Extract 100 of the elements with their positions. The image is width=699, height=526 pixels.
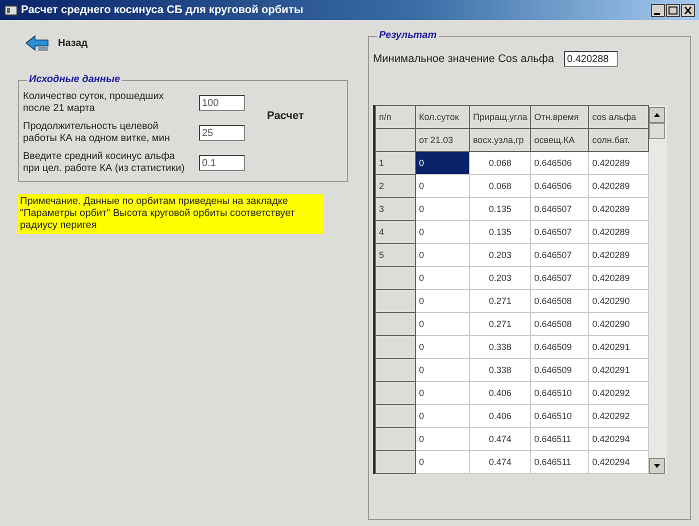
scroll-down-icon[interactable] — [649, 458, 666, 474]
table-cell: 0.420289 — [588, 198, 649, 220]
field-label: Количество суток, прошедших после 21 марта — [23, 91, 165, 115]
table-cell: 0.271 — [470, 290, 531, 312]
row-header — [376, 450, 416, 474]
row-header: 3 — [376, 198, 416, 220]
scroll-up-icon[interactable] — [649, 107, 666, 123]
table-cell: 0.420291 — [588, 336, 649, 358]
table-cell: 0.203 — [470, 244, 531, 266]
table-cell: 0.338 — [470, 358, 531, 382]
note-text: Примечание. Данные по орбитам приведены на закладке "Параметры орбит" Высота круговой орбиты соответствует радиусу перигея — [18, 194, 324, 234]
close-icon[interactable] — [681, 4, 695, 16]
table-cell: 0.646510 — [530, 404, 589, 428]
table-cell: 0.420290 — [588, 312, 649, 336]
row-header: 1 — [376, 152, 416, 174]
table-cell: 0.406 — [470, 404, 531, 428]
scroll-thumb[interactable] — [649, 123, 666, 139]
table-cell: 0.203 — [470, 266, 531, 290]
minimize-icon[interactable] — [651, 4, 665, 16]
input-field[interactable]: 100 — [199, 95, 245, 111]
column-header: Отн.время — [530, 106, 589, 128]
table-cell: 0.474 — [470, 428, 531, 450]
maximize-icon[interactable] — [666, 4, 680, 16]
column-header — [376, 128, 416, 152]
table-cell: 0.646508 — [530, 290, 589, 312]
min-value-label: Минимальное значение Cos альфа — [373, 53, 554, 65]
window-icon — [4, 4, 18, 16]
window-title: Расчет среднего косинуса СБ для круговой орбиты — [21, 4, 304, 16]
table-cell: 0.646509 — [530, 358, 589, 382]
table-cell: 0.420289 — [588, 266, 649, 290]
row-header — [376, 336, 416, 358]
row-header — [376, 428, 416, 450]
table-cell: 0.646509 — [530, 336, 589, 358]
table-cell: 0.646508 — [530, 312, 589, 336]
row-header: 4 — [376, 220, 416, 244]
table-cell: 0 — [416, 358, 470, 382]
column-header: солн.бат. — [588, 128, 649, 152]
table-cell: 0.420290 — [588, 290, 649, 312]
table-cell: 0 — [416, 152, 470, 174]
row-header — [376, 266, 416, 290]
input-field[interactable]: 25 — [199, 125, 245, 141]
table-cell: 0.646507 — [530, 220, 589, 244]
column-header: восх.узла,гр — [470, 128, 531, 152]
table-cell: 0 — [416, 382, 470, 404]
group-title: Результат — [377, 30, 439, 42]
table-cell: 0 — [416, 428, 470, 450]
table-cell: 0.646511 — [530, 428, 589, 450]
table-cell: 0.420289 — [588, 220, 649, 244]
table-cell: 0.271 — [470, 312, 531, 336]
row-header — [376, 358, 416, 382]
table-cell: 0 — [416, 244, 470, 266]
table-cell: 0.646511 — [530, 450, 589, 474]
table-cell: 0 — [416, 336, 470, 358]
table-cell: 0.135 — [470, 220, 531, 244]
table-cell: 0.646506 — [530, 174, 589, 198]
input-field[interactable]: 0.1 — [199, 155, 245, 171]
table-cell: 0 — [416, 290, 470, 312]
field-label: Продолжительность целевой работы КА на одном витке, мин — [23, 121, 171, 145]
table-cell: 0.420292 — [588, 382, 649, 404]
table-cell: 0.135 — [470, 198, 531, 220]
table-cell: 0 — [416, 312, 470, 336]
field-label: Введите средний косинус альфа при цел. работе КА (из статистики) — [23, 151, 186, 175]
row-header: 5 — [376, 244, 416, 266]
table-cell: 0.420291 — [588, 358, 649, 382]
table-cell: 0.646507 — [530, 244, 589, 266]
column-header: п/п — [376, 106, 416, 128]
column-header: cos альфа — [588, 106, 649, 128]
table-cell: 0 — [416, 450, 470, 474]
table-cell: 0.068 — [470, 174, 531, 198]
back-arrow-icon[interactable] — [24, 34, 50, 52]
table-cell: 0 — [416, 266, 470, 290]
table-cell: 0.068 — [470, 152, 531, 174]
table-cell: 0.406 — [470, 382, 531, 404]
column-header: от 21.03 — [416, 128, 470, 152]
calculate-button[interactable]: Расчет — [261, 109, 310, 123]
table-cell: 0.646507 — [530, 266, 589, 290]
row-header — [376, 382, 416, 404]
row-header — [376, 312, 416, 336]
row-header — [376, 290, 416, 312]
table-cell: 0.338 — [470, 336, 531, 358]
table-cell: 0.420294 — [588, 428, 649, 450]
table-cell: 0.420292 — [588, 404, 649, 428]
table-cell: 0.646506 — [530, 152, 589, 174]
table-cell: 0 — [416, 220, 470, 244]
min-value-field[interactable]: 0.420288 — [564, 51, 618, 67]
back-button[interactable]: Назад — [18, 26, 88, 52]
table-cell: 0.420289 — [588, 152, 649, 174]
row-header — [376, 404, 416, 428]
table-cell: 0.420289 — [588, 174, 649, 198]
table-cell: 0.646510 — [530, 382, 589, 404]
column-header: Кол.суток — [416, 106, 470, 128]
table-cell: 0.474 — [470, 450, 531, 474]
table-cell: 0.420294 — [588, 450, 649, 474]
scrollbar[interactable] — [649, 105, 668, 474]
table-cell: 0 — [416, 198, 470, 220]
table-cell: 0 — [416, 404, 470, 428]
column-header: Приращ.угла — [470, 106, 531, 128]
table-cell: 0.646507 — [530, 198, 589, 220]
table-cell: 0 — [416, 174, 470, 198]
column-header: освещ.КА — [530, 128, 589, 152]
